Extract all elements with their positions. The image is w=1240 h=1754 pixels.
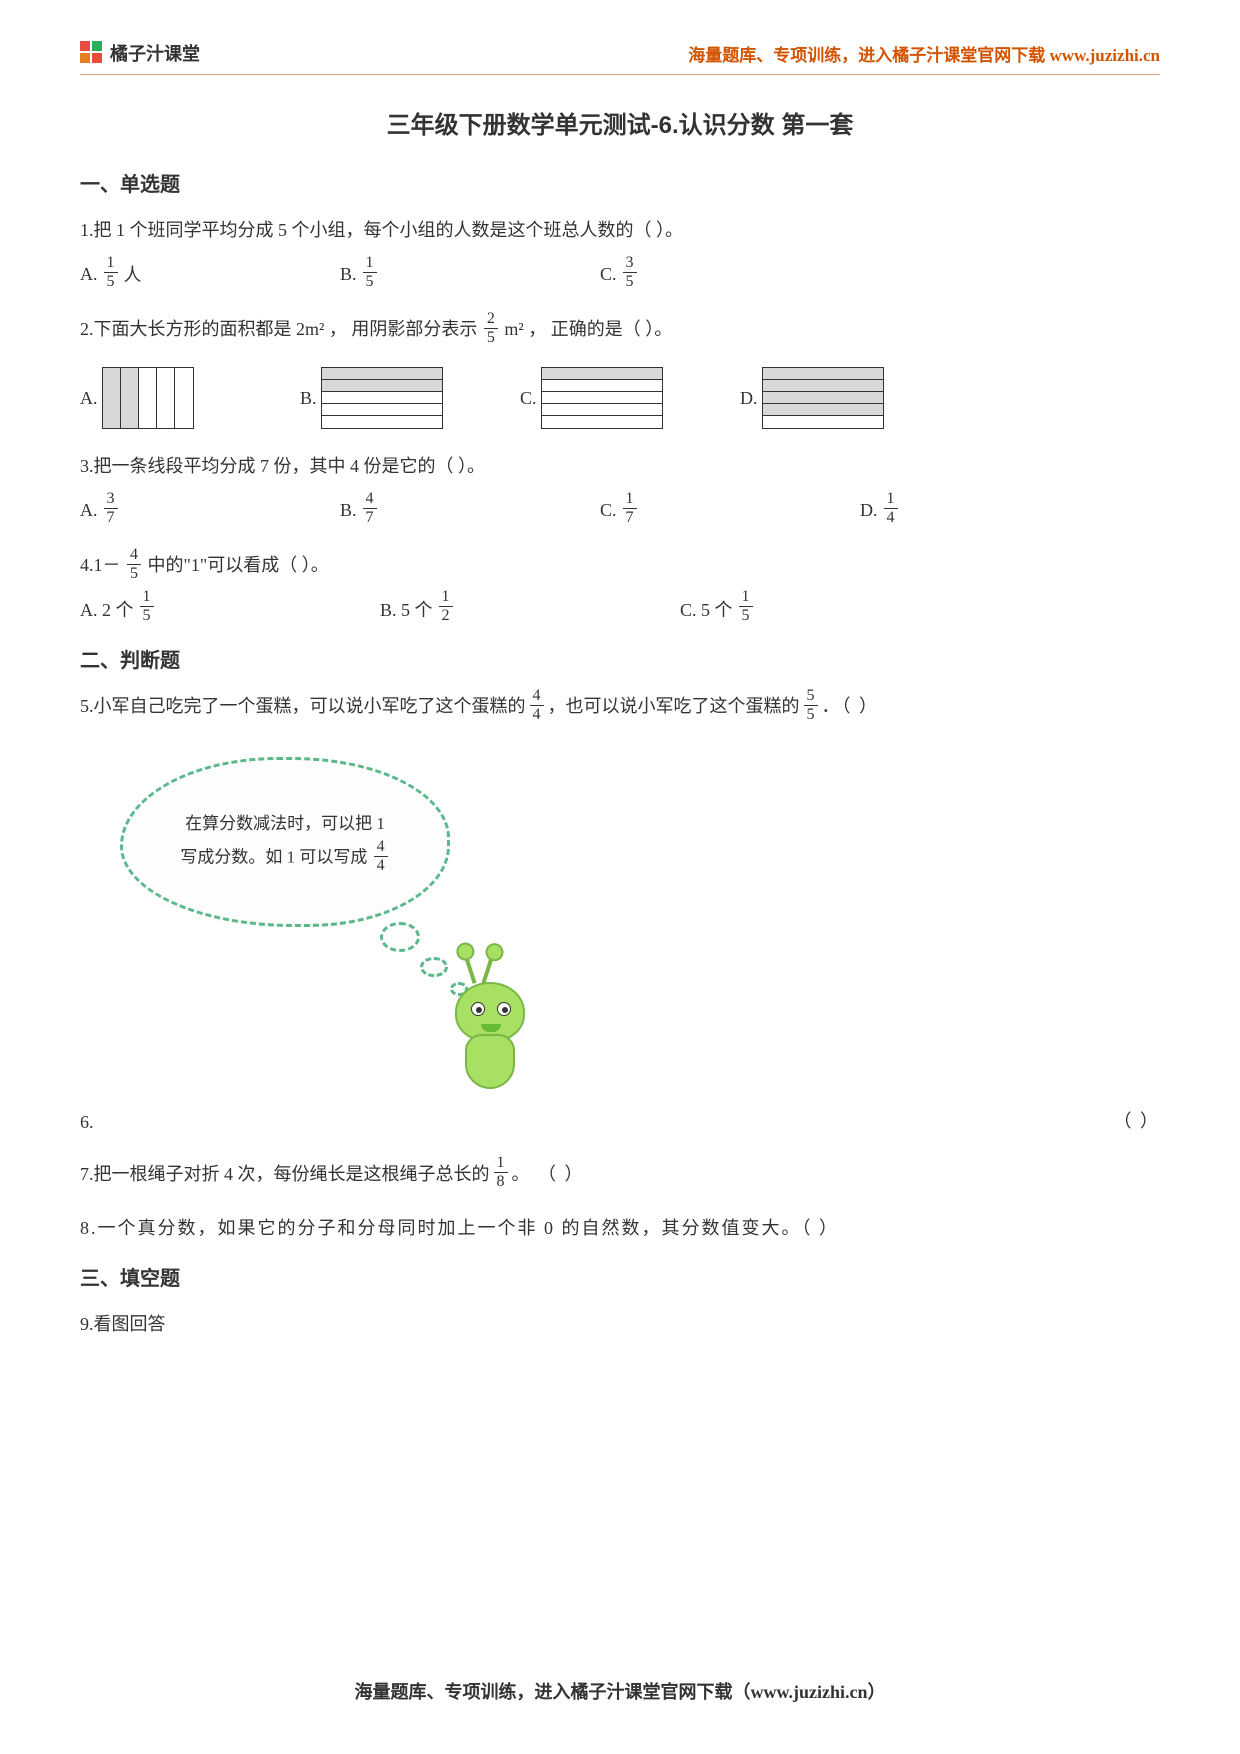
answer-blank[interactable]: （ ） — [1114, 1107, 1161, 1133]
q5-stem: 5.小军自己吃完了一个蛋糕，可以说小军吃了这个蛋糕的 44 ，也可以说小军吃了这… — [80, 687, 1160, 727]
fraction-icon: 25 — [484, 311, 498, 346]
q2-stem: 2.下面大长方形的面积都是 2m² ， 用阴影部分表示 25 m² ， 正确的是… — [80, 310, 1160, 350]
section-2-heading: 二、判断题 — [80, 644, 1160, 673]
diagram-icon — [321, 367, 443, 429]
q4-option-c[interactable]: C. 5 个 15 — [680, 591, 940, 626]
section-3-heading: 三、填空题 — [80, 1262, 1160, 1291]
fraction-icon: 17 — [623, 491, 637, 526]
page-header: 橘子汁课堂 海量题库、专项训练，进入橘子汁课堂官网下载 www.juzizhi.… — [80, 40, 1160, 75]
q3-option-c[interactable]: C. 17 — [600, 493, 860, 528]
fraction-icon: 44 — [530, 688, 544, 723]
q1-option-a[interactable]: A. 15 人 — [80, 257, 340, 292]
fraction-icon: 12 — [439, 589, 453, 624]
header-tagline: 海量题库、专项训练，进入橘子汁课堂官网下载 www.juzizhi.cn — [688, 41, 1160, 66]
fraction-icon: 35 — [623, 255, 637, 290]
fraction-icon: 15 — [739, 589, 753, 624]
q6-stem: 6. （ ） — [80, 1107, 1160, 1133]
brand-logo: 橘子汁课堂 — [80, 40, 200, 66]
diagram-icon — [102, 367, 194, 429]
q2-option-a[interactable]: A. — [80, 367, 300, 429]
q6-illustration: 在算分数减法时，可以把 1 写成分数。如 1 可以写成 44 — [80, 747, 560, 1097]
q9-stem: 9.看图回答 — [80, 1305, 1160, 1345]
q8-stem: 8.一个真分数，如果它的分子和分母同时加上一个非 0 的自然数，其分数值变大。（… — [80, 1209, 1160, 1249]
answer-blank[interactable]: 8.一个真分数，如果它的分子和分母同时加上一个非 0 的自然数，其分数值变大。（… — [80, 1209, 839, 1249]
q7-stem: 7.把一根绳子对折 4 次，每份绳长是这根绳子总长的 18 。 （ ） — [80, 1155, 1160, 1195]
answer-blank[interactable]: 。 （ ） — [512, 1155, 585, 1195]
fraction-icon: 18 — [494, 1155, 508, 1190]
fraction-icon: 44 — [374, 839, 388, 874]
q1-options: A. 15 人 B. 15 C. 35 — [80, 257, 1160, 292]
answer-blank[interactable]: ．（ ） — [822, 687, 880, 727]
fraction-icon: 55 — [804, 688, 818, 723]
page-footer: 海量题库、专项训练，进入橘子汁课堂官网下载（www.juzizhi.cn） — [0, 1678, 1240, 1704]
fraction-icon: 15 — [363, 255, 377, 290]
diagram-icon — [541, 367, 663, 429]
logo-icon — [80, 41, 104, 65]
diagram-icon — [762, 367, 884, 429]
q3-option-b[interactable]: B. 47 — [340, 493, 600, 528]
fraction-icon: 15 — [140, 589, 154, 624]
q3-stem: 3.把一条线段平均分成 7 份，其中 4 份是它的（ ）。 — [80, 447, 1160, 487]
q1-stem: 1.把 1 个班同学平均分成 5 个小组，每个小组的人数是这个班总人数的（ ）。 — [80, 211, 1160, 251]
q1-option-c[interactable]: C. 35 — [600, 257, 860, 292]
q2-option-c[interactable]: C. — [520, 367, 740, 429]
brand-name: 橘子汁课堂 — [110, 40, 200, 66]
q1-option-b[interactable]: B. 15 — [340, 257, 600, 292]
fraction-icon: 15 — [104, 255, 118, 290]
fraction-icon: 14 — [884, 491, 898, 526]
q4-option-b[interactable]: B. 5 个 12 — [380, 591, 680, 626]
q4-options: A. 2 个 15 B. 5 个 12 C. 5 个 15 — [80, 591, 1160, 626]
q3-option-a[interactable]: A. 37 — [80, 493, 340, 528]
mascot-icon — [430, 952, 550, 1102]
q2-options: A. B. C. D. — [80, 367, 1160, 429]
q3-options: A. 37 B. 47 C. 17 D. 14 — [80, 493, 1160, 528]
fraction-icon: 45 — [127, 547, 141, 582]
fraction-icon: 37 — [104, 491, 118, 526]
cloud-tail-icon — [380, 922, 420, 952]
q4-stem: 4.1－ 45 中的"1"可以看成（ ）。 — [80, 546, 1160, 586]
fraction-icon: 47 — [363, 491, 377, 526]
q2-option-d[interactable]: D. — [740, 367, 940, 429]
q2-option-b[interactable]: B. — [300, 367, 520, 429]
q4-option-a[interactable]: A. 2 个 15 — [80, 591, 380, 626]
section-1-heading: 一、单选题 — [80, 168, 1160, 197]
speech-cloud: 在算分数减法时，可以把 1 写成分数。如 1 可以写成 44 — [120, 757, 450, 927]
q3-option-d[interactable]: D. 14 — [860, 493, 1060, 528]
page-title: 三年级下册数学单元测试-6.认识分数 第一套 — [80, 105, 1160, 140]
